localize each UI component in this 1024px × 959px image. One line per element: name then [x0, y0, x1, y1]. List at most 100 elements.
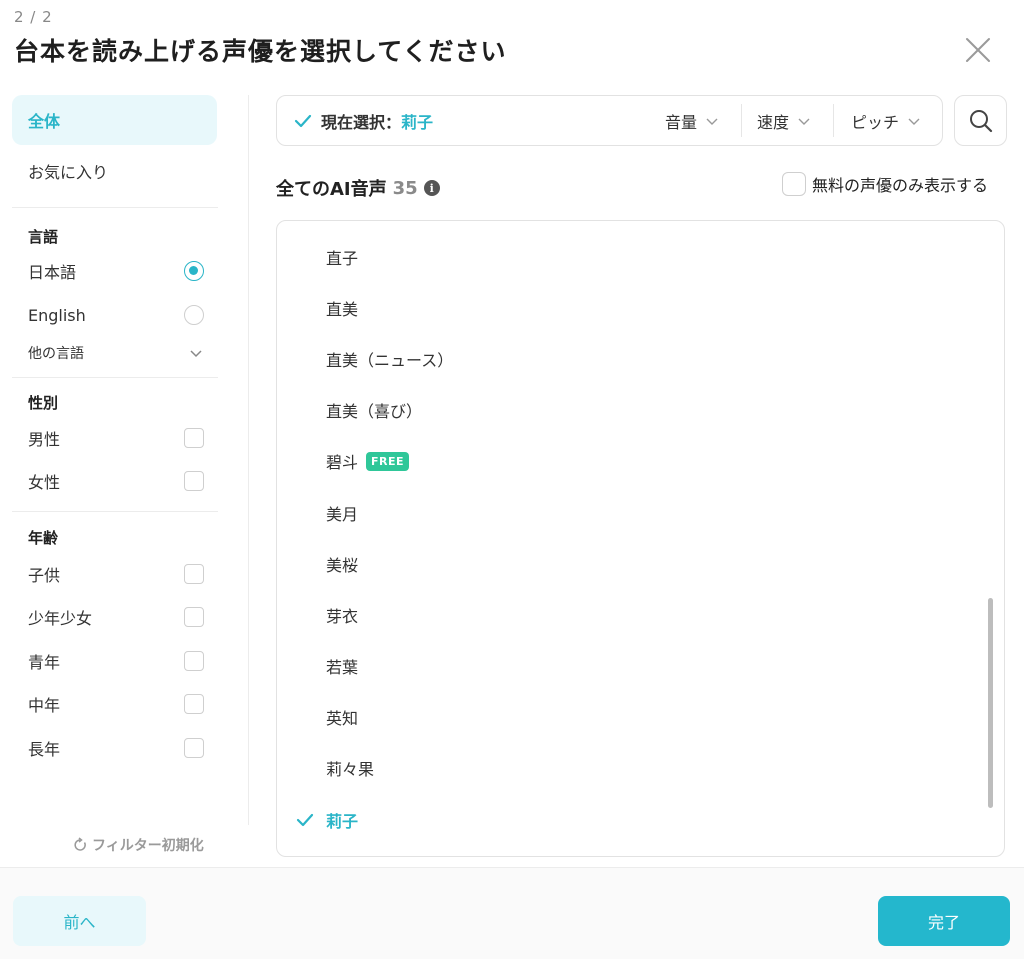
dropdown-label: 音量 — [665, 112, 698, 132]
age-option-young-adult[interactable]: 青年 — [28, 648, 204, 674]
free-only-filter[interactable]: 無料の声優のみ表示する — [782, 172, 988, 196]
option-label: 日本語 — [28, 263, 77, 282]
list-item[interactable]: 美月 — [277, 493, 977, 533]
voice-name: 碧斗 — [326, 453, 359, 472]
voice-name: 英知 — [326, 709, 359, 728]
voice-list-heading: 全てのAI音声 35 i — [276, 175, 440, 201]
option-label: English — [28, 305, 86, 325]
step-indicator: 2 / 2 — [14, 8, 53, 26]
checkbox[interactable] — [184, 564, 204, 584]
voice-name: 美桜 — [326, 556, 359, 575]
current-selection-value: 莉子 — [401, 112, 434, 132]
language-heading: 言語 — [28, 228, 59, 246]
checkbox[interactable] — [782, 172, 806, 196]
age-heading: 年齢 — [28, 529, 59, 547]
list-item[interactable]: 直美（ニュース） — [277, 339, 977, 379]
scrollbar[interactable] — [988, 598, 993, 808]
checkbox[interactable] — [184, 651, 204, 671]
radio-selected[interactable] — [184, 261, 204, 281]
list-item[interactable]: 直美 — [277, 288, 977, 328]
divider — [833, 104, 834, 137]
checkbox[interactable] — [184, 694, 204, 714]
voice-name: 直美（ニュース） — [326, 351, 454, 370]
page-title: 台本を読み上げる声優を選択してください — [14, 37, 507, 66]
age-option-child[interactable]: 子供 — [28, 561, 204, 587]
gender-option-male[interactable]: 男性 — [28, 425, 204, 451]
voice-name: 直子 — [326, 249, 359, 268]
list-item[interactable]: 若葉 — [277, 646, 977, 686]
list-item[interactable]: 直子 — [277, 237, 977, 277]
search-icon — [969, 109, 992, 132]
list-item-selected[interactable]: 莉子 — [277, 800, 977, 840]
radio-unselected[interactable] — [184, 305, 204, 325]
checkbox[interactable] — [184, 428, 204, 448]
option-label: 青年 — [28, 653, 61, 672]
voice-name: 若葉 — [326, 658, 359, 677]
language-option-japanese[interactable]: 日本語 — [28, 258, 204, 284]
gender-heading: 性別 — [28, 394, 59, 412]
divider — [12, 511, 218, 512]
dropdown-label: ピッチ — [851, 112, 900, 132]
close-icon[interactable] — [962, 34, 994, 66]
chevron-down-icon — [908, 118, 920, 125]
checkbox[interactable] — [184, 471, 204, 491]
age-option-youth[interactable]: 少年少女 — [28, 604, 204, 630]
check-icon — [296, 813, 314, 827]
list-title: 全てのAI音声 — [276, 179, 387, 200]
gender-option-female[interactable]: 女性 — [28, 468, 204, 494]
chevron-down-icon — [798, 118, 810, 125]
voice-name: 直美（喜び） — [326, 402, 423, 421]
sidebar-item-label: お気に入り — [28, 163, 109, 182]
option-label: 長年 — [28, 740, 61, 759]
option-label: 他の言語 — [28, 346, 84, 362]
list-item[interactable]: 碧斗 FREE — [277, 441, 977, 481]
chevron-down-icon — [706, 118, 718, 125]
list-item[interactable]: 芽衣 — [277, 595, 977, 635]
checkbox[interactable] — [184, 738, 204, 758]
sidebar-item-label: 全体 — [28, 112, 61, 131]
divider — [12, 207, 218, 208]
speed-dropdown[interactable]: 速度 — [757, 96, 811, 145]
list-item[interactable]: 莉々果 — [277, 748, 977, 788]
volume-dropdown[interactable]: 音量 — [665, 96, 719, 145]
list-item[interactable]: 英知 — [277, 697, 977, 737]
dropdown-label: 速度 — [757, 112, 790, 132]
info-icon[interactable]: i — [423, 180, 440, 196]
option-label: 子供 — [28, 566, 61, 585]
filter-sidebar: 全体 お気に入り 言語 日本語 English 他の言語 性別 男性 女性 年齢… — [12, 95, 218, 865]
vertical-divider — [248, 95, 249, 825]
option-label: 男性 — [28, 430, 61, 449]
divider — [12, 377, 218, 378]
list-count: 35 — [392, 177, 418, 199]
option-label: 中年 — [28, 696, 61, 715]
done-button[interactable]: 完了 — [878, 896, 1010, 946]
voice-name: 直美 — [326, 300, 359, 319]
voice-name: 芽衣 — [326, 607, 359, 626]
pitch-dropdown[interactable]: ピッチ — [851, 96, 921, 145]
list-item[interactable]: 直美（喜び） — [277, 390, 977, 430]
previous-button[interactable]: 前へ — [13, 896, 146, 946]
language-option-english[interactable]: English — [28, 302, 204, 328]
reset-filters-button[interactable]: フィルター初期化 — [72, 835, 204, 855]
current-selection-label: 現在選択： — [321, 112, 402, 132]
option-label: 少年少女 — [28, 609, 93, 628]
chevron-down-icon — [190, 350, 202, 358]
age-option-middle-aged[interactable]: 中年 — [28, 691, 204, 717]
option-label: 女性 — [28, 473, 61, 492]
voice-name: 美月 — [326, 505, 359, 524]
checkbox[interactable] — [184, 607, 204, 627]
divider — [741, 104, 742, 137]
reset-icon — [74, 837, 86, 851]
current-selection-bar: 現在選択： 莉子 音量 速度 ピッチ — [276, 95, 943, 146]
age-option-senior[interactable]: 長年 — [28, 735, 204, 761]
free-only-label: 無料の声優のみ表示する — [812, 176, 989, 195]
voice-name: 莉子 — [326, 812, 359, 831]
sidebar-item-all[interactable]: 全体 — [12, 95, 217, 145]
voice-list: 直子 直美 直美（ニュース） 直美（喜び） 碧斗 FREE 美月 美桜 芽衣 若… — [276, 220, 1005, 857]
list-item[interactable]: 美桜 — [277, 544, 977, 584]
search-button[interactable] — [954, 95, 1007, 146]
other-languages-dropdown[interactable]: 他の言語 — [28, 340, 204, 366]
check-icon — [294, 114, 312, 127]
sidebar-item-favorites[interactable]: お気に入り — [12, 146, 217, 196]
free-badge: FREE — [366, 451, 410, 471]
